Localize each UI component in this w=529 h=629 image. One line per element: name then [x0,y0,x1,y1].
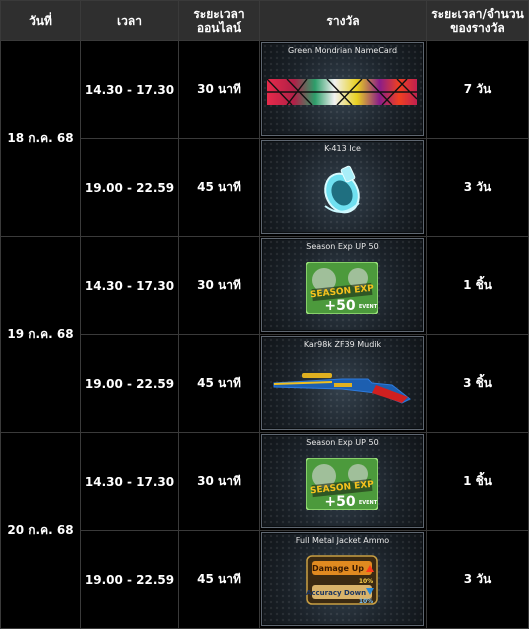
reward-card: Green Mondrian NameCard [261,42,424,136]
header-date: วันที่ [1,1,80,40]
reward-schedule-table: วันที่ เวลา ระยะเวลา ออนไลน์ รางวัล ระยะ… [0,0,529,629]
reward-title: Season Exp UP 50 [306,242,379,251]
reward-card: K-413 Ice [261,140,424,234]
header-duration: ระยะเวลา/จำนวน ของรางวัล [427,1,528,40]
header-time: เวลา [81,1,178,40]
online-cell: 30 นาที [197,278,241,292]
online-cell: 45 นาที [197,572,241,586]
online-cell: 45 นาที [197,180,241,194]
season-exp-event: EVENT [359,304,378,310]
rifle-icon [273,373,411,404]
reward-title: K-413 Ice [324,144,361,153]
amount-cell: 7 วัน [463,82,492,96]
date-cell: 18 ก.ค. 68 [7,131,74,145]
amount-cell: 1 ชิ้น [463,278,492,292]
grenade-icon [324,165,360,214]
time-cell: 19.00 - 22.59 [84,572,175,587]
ammo-accuracy-label: Accuracy Down [306,589,366,597]
reward-title: Green Mondrian NameCard [287,46,398,55]
header-online-label: ระยะเวลา ออนไลน์ [193,6,245,35]
online-cell: 30 นาที [197,474,241,488]
amount-cell: 3 วัน [463,572,492,586]
season-exp-icon: SEASON EXP +50 EVENT [306,262,378,314]
header-reward: รางวัล [260,1,426,40]
season-exp-value: +50 [324,298,355,314]
season-exp-icon: SEASON EXP +50 EVENT [306,458,378,510]
header-online: ระยะเวลา ออนไลน์ [179,1,259,40]
season-exp-event: EVENT [359,500,378,506]
reward-title: Kar98k ZF39 Mudik [303,340,382,349]
time-cell: 14.30 - 17.30 [84,278,175,293]
reward-title: Full Metal Jacket Ammo [295,536,390,545]
season-exp-value: +50 [324,494,355,510]
time-cell: 14.30 - 17.30 [84,474,175,489]
time-cell: 19.00 - 22.59 [84,180,175,195]
header-duration-label: ระยะเวลา/จำนวน ของรางวัล [431,6,524,35]
online-cell: 30 นาที [197,82,241,96]
reward-card: Kar98k ZF39 Mudik [261,336,424,430]
reward-card: Season Exp UP 50 SEASON EXP +50 EVENT [261,434,424,528]
ammo-damage-pct: 10% [359,578,373,585]
amount-cell: 3 ชิ้น [463,376,492,390]
ammo-icon: Damage Up 10% Accuracy Down 10% [306,555,378,605]
grid-line [259,0,260,629]
time-cell: 14.30 - 17.30 [84,82,175,97]
time-cell: 19.00 - 22.59 [84,376,175,391]
reward-title: Season Exp UP 50 [306,438,379,447]
reward-card: Season Exp UP 50 SEASON EXP +50 EVENT [261,238,424,332]
amount-cell: 3 วัน [463,180,492,194]
reward-card: Full Metal Jacket Ammo Damage Up 10% Acc… [261,532,424,626]
ammo-accuracy-pct: 10% [359,598,373,605]
namecard-icon [267,79,417,105]
online-cell: 45 นาที [197,376,241,390]
date-cell: 19 ก.ค. 68 [7,327,74,341]
amount-cell: 1 ชิ้น [463,474,492,488]
date-cell: 20 ก.ค. 68 [7,523,74,537]
ammo-damage-label: Damage Up [312,564,364,573]
